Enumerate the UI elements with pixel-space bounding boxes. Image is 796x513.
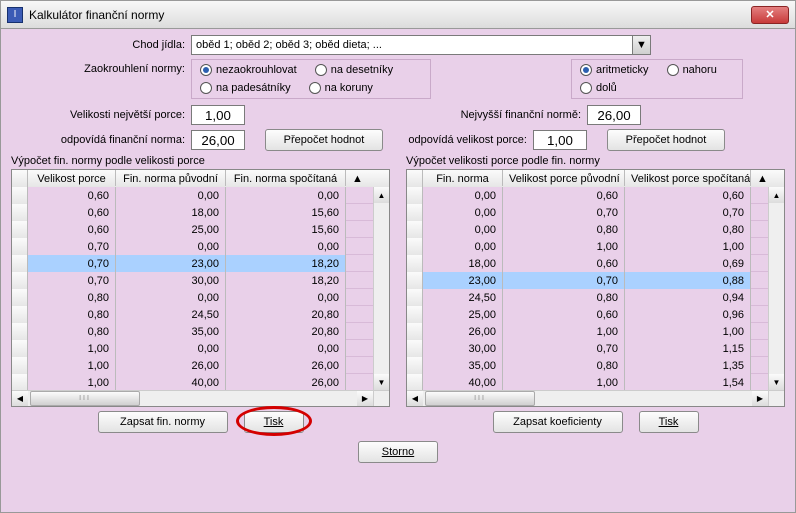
table-row[interactable]: 30,000,701,15: [407, 340, 768, 357]
right-grid[interactable]: Fin. normaVelikost porce původníVelikost…: [406, 169, 785, 407]
table-row[interactable]: 0,7030,0018,20: [12, 272, 373, 289]
prepocet-right-button[interactable]: Přepočet hodnot: [607, 129, 725, 151]
radio-aritmeticky[interactable]: aritmeticky: [580, 64, 649, 76]
input-vel-porce[interactable]: [191, 105, 245, 125]
tisk-right-button[interactable]: Tisk: [639, 411, 699, 433]
label-chod-jidla: Chod jídla:: [11, 39, 191, 51]
col-header: Fin. norma: [423, 170, 503, 186]
vertical-scrollbar[interactable]: ▲▼: [768, 187, 784, 390]
table-row[interactable]: 0,7023,0018,20: [12, 255, 373, 272]
radio-dolu[interactable]: dolů: [580, 82, 617, 94]
rounding-group: nezaokrouhlovat na desetníky na padesátn…: [191, 59, 431, 99]
radio-nezaokrouhlovat[interactable]: nezaokrouhlovat: [200, 64, 297, 76]
table-row[interactable]: 0,6025,0015,60: [12, 221, 373, 238]
table-row[interactable]: 0,001,001,00: [407, 238, 768, 255]
table-row[interactable]: 1,0026,0026,00: [12, 357, 373, 374]
prepocet-left-button[interactable]: Přepočet hodnot: [265, 129, 383, 151]
app-icon: I: [7, 7, 23, 23]
close-button[interactable]: ✕: [751, 6, 789, 24]
zapsat-koef-button[interactable]: Zapsat koeficienty: [493, 411, 623, 433]
table-row[interactable]: 23,000,700,88: [407, 272, 768, 289]
table-row[interactable]: 25,000,600,96: [407, 306, 768, 323]
label-odp-vel-porce: odpovídá velikost porce:: [383, 134, 533, 146]
table-row[interactable]: 24,500,800,94: [407, 289, 768, 306]
tisk-left-button[interactable]: Tisk: [244, 411, 304, 433]
label-nej-fin-norme: Nejvyšší finanční normě:: [437, 109, 587, 121]
table-row[interactable]: 0,000,800,80: [407, 221, 768, 238]
left-panel-title: Výpočet fin. normy podle velikosti porce: [11, 155, 390, 167]
col-header: Fin. norma spočítaná: [226, 170, 346, 186]
scroll-up-icon: ▲: [374, 187, 389, 203]
table-row[interactable]: 1,000,000,00: [12, 340, 373, 357]
scroll-left-icon: ◀: [407, 391, 423, 406]
input-odp-vel-porce[interactable]: [533, 130, 587, 150]
table-row[interactable]: 0,600,000,00: [12, 187, 373, 204]
window-title: Kalkulátor finanční normy: [29, 8, 164, 22]
label-fin-norma: odpovídá finanční norma:: [11, 134, 191, 146]
table-row[interactable]: 35,000,801,35: [407, 357, 768, 374]
table-row[interactable]: 0,6018,0015,60: [12, 204, 373, 221]
scroll-right-icon: ▶: [357, 391, 373, 406]
scroll-left-icon: ◀: [12, 391, 28, 406]
zapsat-fin-button[interactable]: Zapsat fin. normy: [98, 411, 228, 433]
combo-chod-jidla[interactable]: oběd 1; oběd 2; oběd 3; oběd dieta; ... …: [191, 35, 651, 55]
radio-nahoru[interactable]: nahoru: [667, 64, 717, 76]
col-header: Velikost porce spočítaná: [625, 170, 751, 186]
chevron-down-icon[interactable]: ▼: [632, 36, 650, 54]
table-row[interactable]: 18,000,600,69: [407, 255, 768, 272]
scroll-up-icon: ▲: [346, 170, 362, 186]
right-panel-title: Výpočet velikosti porce podle fin. normy: [406, 155, 785, 167]
vertical-scrollbar[interactable]: ▲▼: [373, 187, 389, 390]
radio-na-koruny[interactable]: na koruny: [309, 82, 373, 94]
table-row[interactable]: 0,700,000,00: [12, 238, 373, 255]
label-vel-porce: Velikosti největší porce:: [11, 109, 191, 121]
table-row[interactable]: 26,001,001,00: [407, 323, 768, 340]
direction-group: aritmeticky nahoru dolů: [571, 59, 743, 99]
horizontal-scrollbar[interactable]: ◀III▶: [407, 390, 768, 406]
left-grid[interactable]: Velikost porceFin. norma původníFin. nor…: [11, 169, 390, 407]
input-nej-fin-norme[interactable]: [587, 105, 641, 125]
radio-na-padesatniky[interactable]: na padesátníky: [200, 82, 291, 94]
col-header: Velikost porce: [28, 170, 116, 186]
table-row[interactable]: 0,8024,5020,80: [12, 306, 373, 323]
col-header: Velikost porce původní: [503, 170, 625, 186]
scroll-right-icon: ▶: [752, 391, 768, 406]
col-header: Fin. norma původní: [116, 170, 226, 186]
input-fin-norma[interactable]: [191, 130, 245, 150]
combo-value: oběd 1; oběd 2; oběd 3; oběd dieta; ...: [192, 39, 632, 51]
scroll-up-icon: ▲: [751, 170, 767, 186]
label-zaokrouhleni: Zaokrouhlení normy:: [11, 59, 191, 75]
radio-na-desetniky[interactable]: na desetníky: [315, 64, 393, 76]
table-row[interactable]: 0,8035,0020,80: [12, 323, 373, 340]
scroll-down-icon: ▼: [374, 374, 389, 390]
scroll-up-icon: ▲: [769, 187, 784, 203]
table-row[interactable]: 0,800,000,00: [12, 289, 373, 306]
scroll-down-icon: ▼: [769, 374, 784, 390]
table-row[interactable]: 0,000,600,60: [407, 187, 768, 204]
app-window: I Kalkulátor finanční normy ✕ Chod jídla…: [0, 0, 796, 513]
table-row[interactable]: 0,000,700,70: [407, 204, 768, 221]
storno-button[interactable]: Storno: [358, 441, 438, 463]
titlebar: I Kalkulátor finanční normy ✕: [1, 1, 795, 29]
horizontal-scrollbar[interactable]: ◀III▶: [12, 390, 373, 406]
table-row[interactable]: 1,0040,0026,00: [12, 374, 373, 390]
table-row[interactable]: 40,001,001,54: [407, 374, 768, 390]
